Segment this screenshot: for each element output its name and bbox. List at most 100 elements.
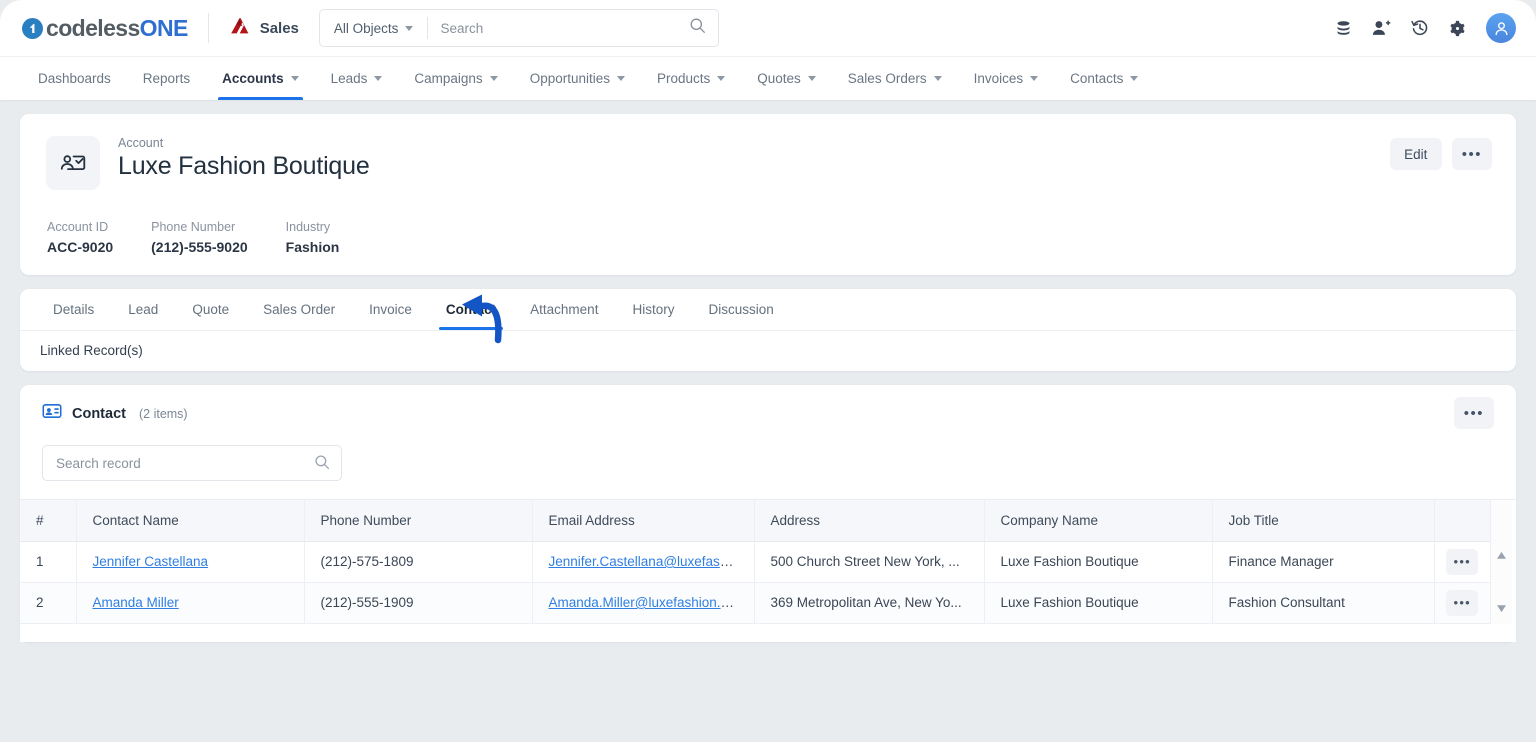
column-header[interactable]: Job Title <box>1212 500 1435 542</box>
app-switcher[interactable]: Sales <box>229 17 299 40</box>
table-header: # Contact Name Phone Number Email Address Ad… <box>20 500 1490 542</box>
column-header[interactable]: Contact Name <box>76 500 305 542</box>
user-avatar[interactable] <box>1486 13 1516 43</box>
nav-item-accounts[interactable]: Accounts <box>206 57 315 100</box>
chevron-down-icon <box>933 76 942 81</box>
cell-phone: (212)-555-1909 <box>304 582 533 624</box>
record-more-button[interactable]: ••• <box>1451 138 1492 170</box>
contact-card-icon <box>42 401 62 426</box>
table-header-row: # Contact Name Phone Number Email Address Ad… <box>20 500 1490 542</box>
search-record-input[interactable]: Search record <box>42 445 342 481</box>
tab-invoice[interactable]: Invoice <box>352 289 429 330</box>
nav-item-quotes[interactable]: Quotes <box>741 57 832 100</box>
history-icon[interactable] <box>1411 19 1429 37</box>
nav-item-label: Leads <box>330 71 368 86</box>
search-record-placeholder: Search record <box>56 455 141 471</box>
nav-item-label: Opportunities <box>529 71 610 86</box>
scroll-up-arrow-icon[interactable] <box>1496 547 1507 565</box>
chevron-down-icon <box>616 76 625 81</box>
record-header-card: Account Luxe Fashion Boutique Edit ••• A… <box>20 114 1516 275</box>
account-card-icon <box>46 136 100 190</box>
cell-company: Luxe Fashion Boutique <box>984 582 1213 624</box>
nav-item-label: Contacts <box>1070 71 1124 86</box>
table-row[interactable]: 1 Jennifer Castellana (212)-575-1809 Jennif… <box>20 541 1490 583</box>
contact-name-link[interactable]: Jennifer Castellana <box>93 554 209 569</box>
table-scrollbar[interactable] <box>1490 500 1512 624</box>
cell-address: 369 Metropolitan Ave, New Yo... <box>754 582 985 624</box>
page-title: Luxe Fashion Boutique <box>118 152 370 180</box>
cell-actions: ••• <box>1434 541 1490 583</box>
cell-name: Amanda Miller <box>76 582 305 624</box>
column-header[interactable]: # <box>20 500 77 542</box>
nav-item-campaigns[interactable]: Campaigns <box>398 57 513 100</box>
cell-phone: (212)-575-1809 <box>304 541 533 583</box>
cell-name: Jennifer Castellana <box>76 541 305 583</box>
cell-email: Amanda.Miller@luxefashion.c... <box>532 582 755 624</box>
summary-field-value: (212)-555-9020 <box>151 239 248 255</box>
tab-discussion[interactable]: Discussion <box>691 289 790 330</box>
nav-item-products[interactable]: Products <box>641 57 741 100</box>
chevron-down-icon <box>1030 76 1039 81</box>
tab-history[interactable]: History <box>615 289 691 330</box>
tab-contact[interactable]: Contact <box>429 289 513 330</box>
contact-panel-more-button[interactable]: ••• <box>1453 397 1494 429</box>
tab-lead[interactable]: Lead <box>111 289 175 330</box>
record-type-label: Account <box>118 136 164 150</box>
nav-item-reports[interactable]: Reports <box>127 57 206 100</box>
contact-name-link[interactable]: Amanda Miller <box>93 595 179 610</box>
row-more-button[interactable]: ••• <box>1446 589 1479 616</box>
logo-text-gray: codeless <box>46 14 140 41</box>
tab-sales-order[interactable]: Sales Order <box>246 289 352 330</box>
cell-job: Fashion Consultant <box>1212 582 1435 624</box>
app-logo[interactable]: codelessONE <box>22 15 188 42</box>
search-input[interactable]: Search <box>428 21 688 36</box>
edit-button[interactable]: Edit <box>1389 138 1442 170</box>
column-header[interactable]: Phone Number <box>304 500 533 542</box>
nav-item-label: Products <box>656 71 711 86</box>
one-logo-mark-icon <box>22 17 43 39</box>
gear-icon[interactable] <box>1449 20 1466 37</box>
cell-num: 2 <box>20 582 77 624</box>
nav-item-dashboards[interactable]: Dashboards <box>22 57 127 100</box>
column-header[interactable]: Email Address <box>532 500 755 542</box>
cell-actions: ••• <box>1434 582 1490 624</box>
add-user-icon[interactable] <box>1372 19 1391 37</box>
search-icon[interactable] <box>314 454 330 473</box>
search-icon[interactable] <box>689 17 706 39</box>
database-icon[interactable] <box>1335 20 1352 37</box>
table-body: 1 Jennifer Castellana (212)-575-1809 Jennif… <box>20 541 1490 624</box>
nav-item-leads[interactable]: Leads <box>315 57 399 100</box>
nav-item-label: Campaigns <box>414 71 483 86</box>
tab-quote[interactable]: Quote <box>175 289 246 330</box>
chevron-down-icon <box>807 76 816 81</box>
nav-item-invoices[interactable]: Invoices <box>958 57 1055 100</box>
logo-text-blue: ONE <box>139 14 189 41</box>
email-link[interactable]: Amanda.Miller@luxefashion.c... <box>549 595 739 610</box>
summary-field: Phone Number (212)-555-9020 <box>151 220 248 255</box>
table-row[interactable]: 2 Amanda Miller (212)-555-1909 Amanda.Mille… <box>20 582 1490 624</box>
summary-field-value: Fashion <box>285 239 340 255</box>
logo-text: codelessONE <box>46 15 188 42</box>
tab-attachment[interactable]: Attachment <box>513 289 615 330</box>
row-more-button[interactable]: ••• <box>1446 548 1479 575</box>
tab-details[interactable]: Details <box>36 289 111 330</box>
column-header[interactable]: Address <box>754 500 985 542</box>
nav-item-opportunities[interactable]: Opportunities <box>514 57 641 100</box>
cell-job: Finance Manager <box>1212 541 1435 583</box>
primary-nav: Dashboards Reports Accounts Leads Campaigns O… <box>0 56 1536 100</box>
contact-search-row: Search record <box>20 441 1516 499</box>
object-selector[interactable]: All Objects <box>320 10 428 46</box>
column-header[interactable]: Company Name <box>984 500 1213 542</box>
contact-table-wrapper: # Contact Name Phone Number Email Address Ad… <box>20 499 1516 624</box>
scroll-down-arrow-icon[interactable] <box>1496 600 1507 618</box>
top-bar: codelessONE Sales All Objects Search <box>0 0 1536 56</box>
chevron-down-icon <box>489 76 498 81</box>
nav-item-sales-orders[interactable]: Sales Orders <box>832 57 958 100</box>
cell-address: 500 Church Street New York, ... <box>754 541 985 583</box>
top-bar-actions <box>1335 13 1516 43</box>
chevron-down-icon <box>290 76 299 81</box>
contact-panel-title: Contact <box>72 405 126 422</box>
email-link[interactable]: Jennifer.Castellana@luxefash... <box>549 554 739 569</box>
object-selector-label: All Objects <box>333 20 399 36</box>
nav-item-contacts[interactable]: Contacts <box>1054 57 1154 100</box>
